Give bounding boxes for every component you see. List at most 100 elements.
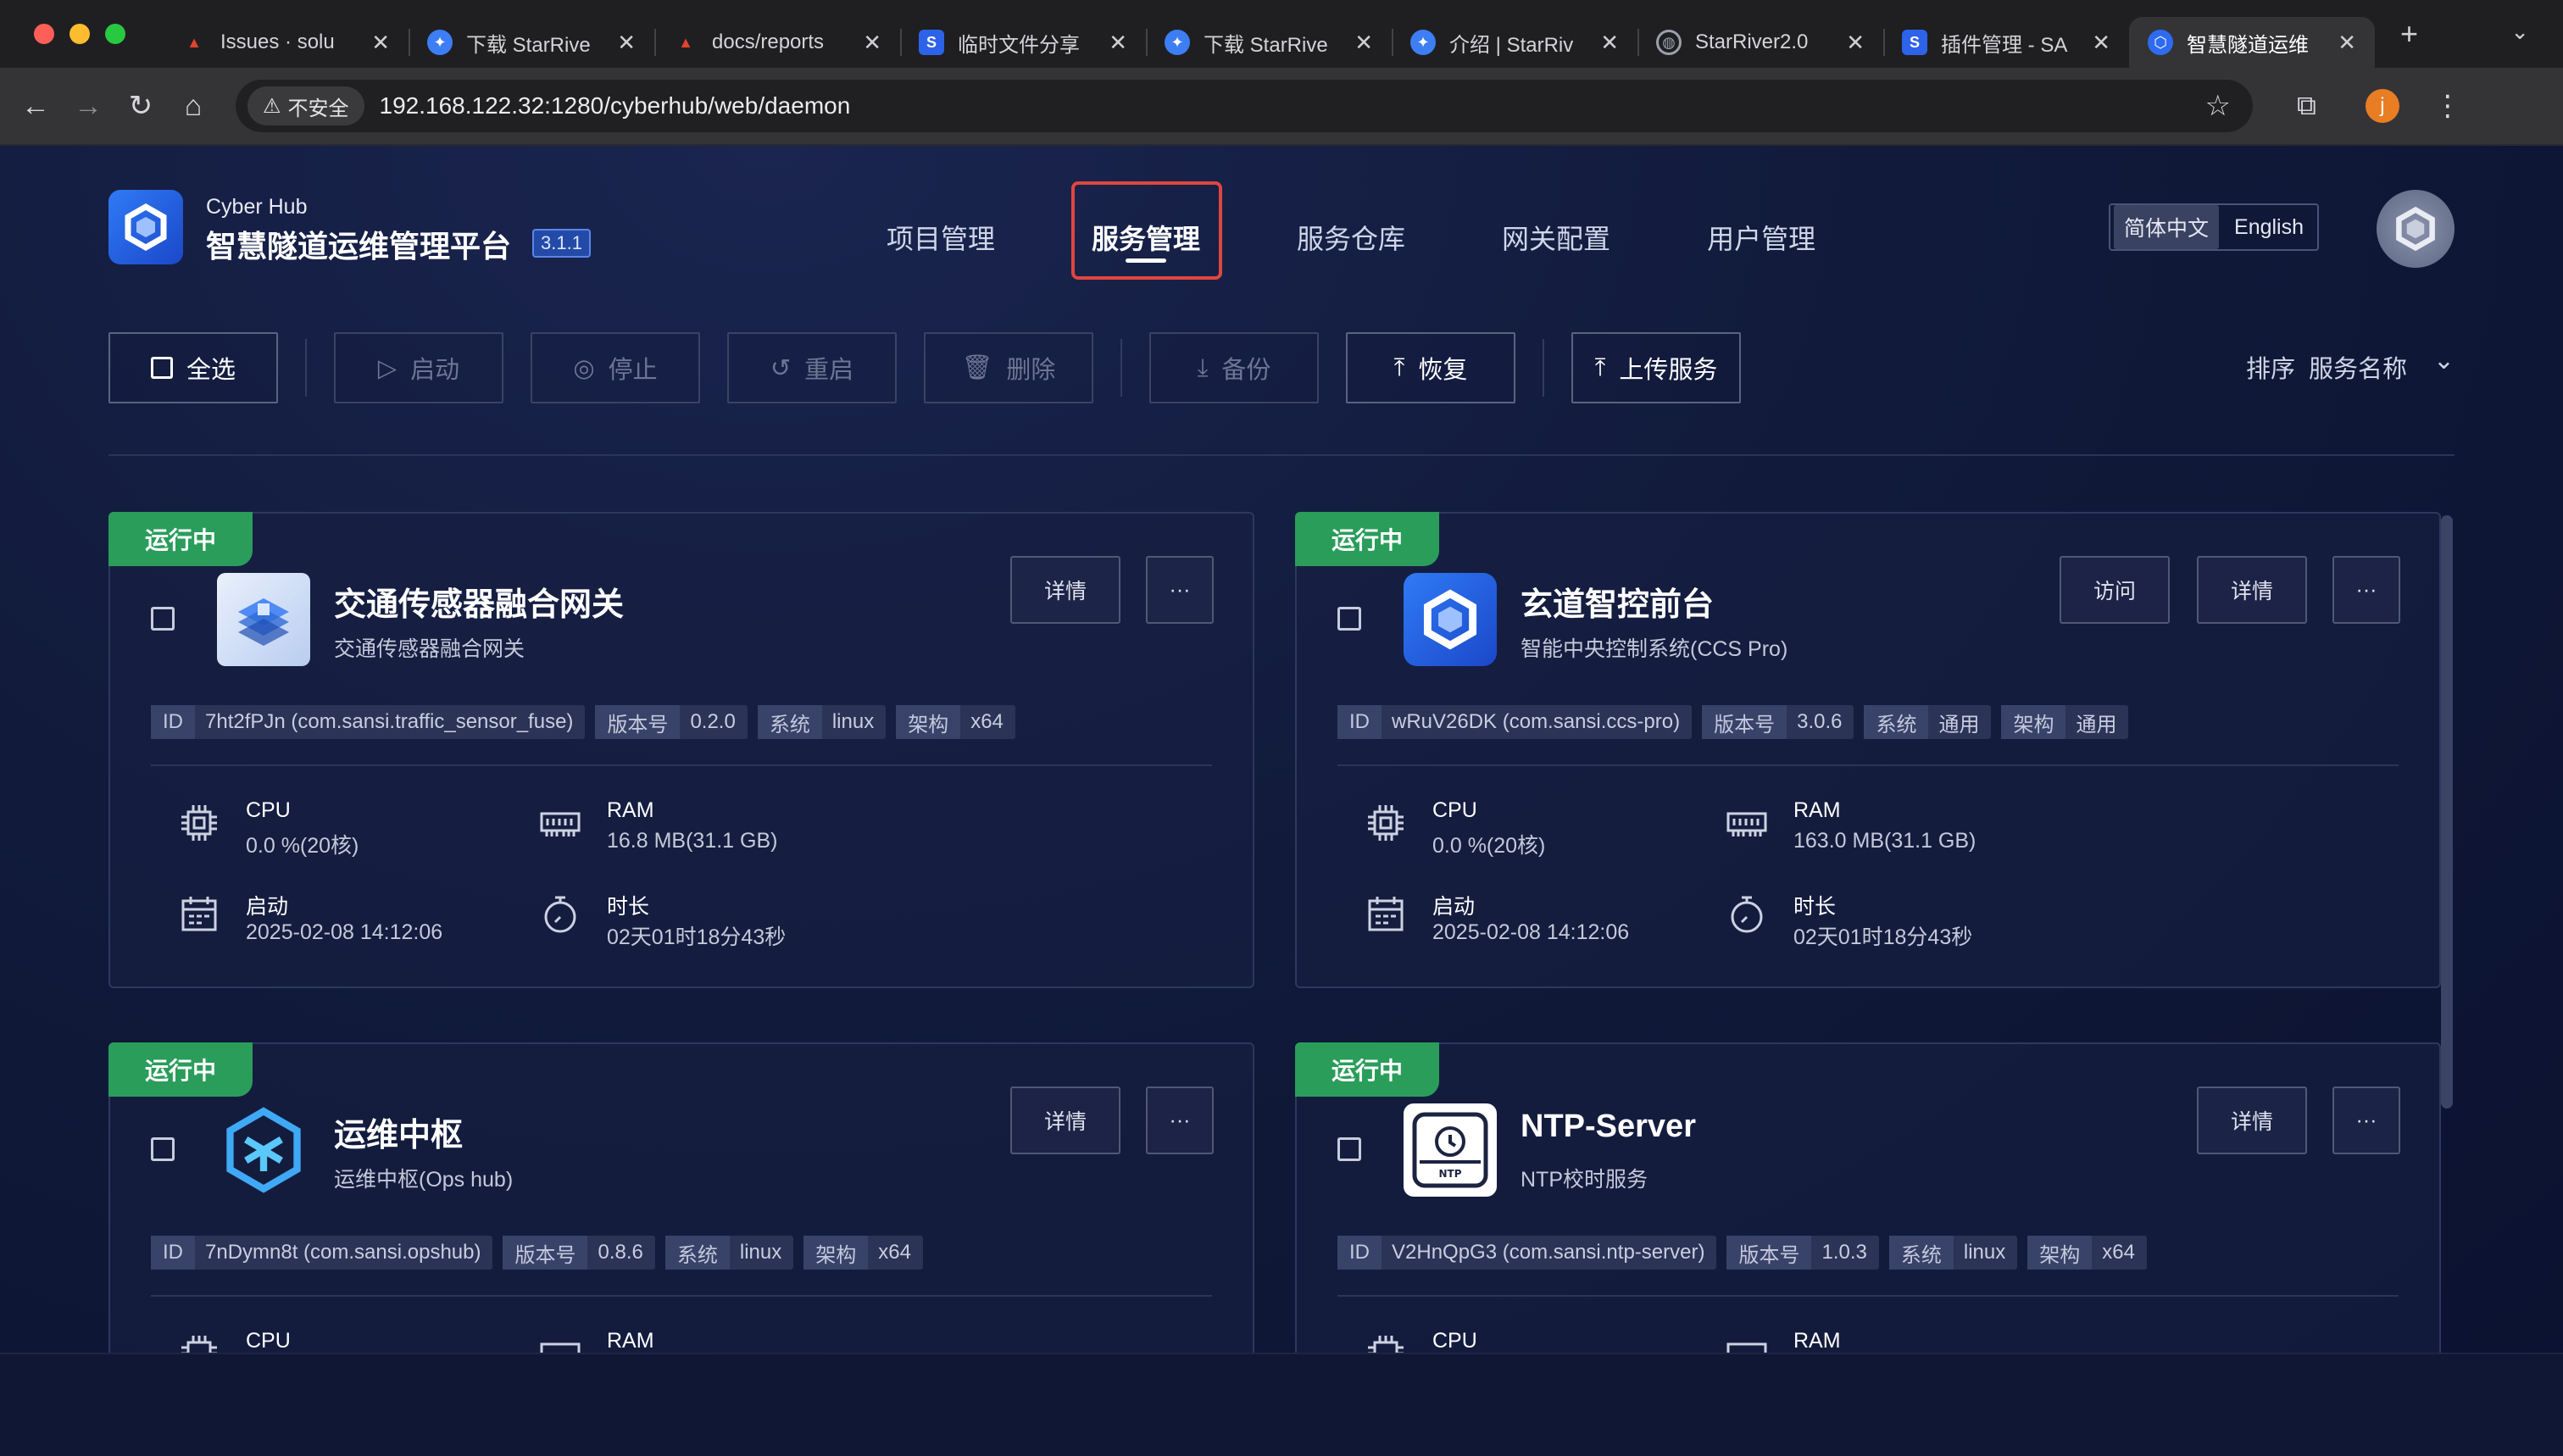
browser-menu-kebab-icon[interactable]: ⋮	[2433, 89, 2462, 123]
metric-value: 02天01时18分43秒	[1793, 925, 1973, 949]
nav-gateway-config[interactable]: 网关配置	[1502, 207, 1610, 268]
restart-label: 重启	[804, 357, 854, 384]
browser-tab[interactable]: ✦ 下载 StarRive ✕	[409, 17, 654, 68]
detail-button[interactable]: 详情	[1010, 1086, 1120, 1154]
nav-project-management[interactable]: 项目管理	[887, 207, 995, 268]
extensions-puzzle-icon[interactable]: ⧉	[2297, 90, 2316, 122]
starriver-icon: ✦	[1165, 30, 1190, 55]
more-button[interactable]: ···	[2332, 556, 2400, 624]
site-info-button[interactable]: ⚠ 不安全	[247, 86, 364, 125]
checkbox-icon	[150, 357, 173, 379]
restore-button[interactable]: ⤒ 恢复	[1346, 332, 1515, 403]
url-text[interactable]: 192.168.122.32:1280/cyberhub/web/daemon	[380, 92, 851, 119]
upload-service-button[interactable]: ⤒ 上传服务	[1571, 332, 1741, 403]
service-name: 交通传感器融合网关	[334, 587, 625, 623]
select-all-button[interactable]: 全选	[108, 332, 278, 403]
reload-icon[interactable]: ↻	[124, 89, 158, 123]
detail-button[interactable]: 详情	[2197, 1086, 2307, 1154]
browser-tab-active[interactable]: ⬡ 智慧隧道运维 ✕	[2129, 17, 2375, 68]
sort-select[interactable]: 服务名称	[2309, 349, 2407, 385]
sort-label: 排序	[2245, 356, 2295, 383]
nav-service-repository[interactable]: 服务仓库	[1297, 207, 1405, 268]
browser-tab[interactable]: ▲ docs/reports ✕	[654, 17, 900, 68]
more-button[interactable]: ···	[1146, 1086, 1214, 1154]
tab-label: 临时文件分享	[958, 33, 1080, 57]
visit-button[interactable]: 访问	[2060, 556, 2170, 624]
ram-stick-icon	[1726, 812, 1767, 836]
service-checkbox[interactable]	[1337, 607, 1361, 631]
detail-button[interactable]: 详情	[1010, 556, 1120, 624]
browser-tab[interactable]: ✦ 下载 StarRive ✕	[1146, 17, 1392, 68]
cpu-chip-icon	[1368, 805, 1404, 841]
close-tab-icon[interactable]: ✕	[371, 30, 390, 56]
restart-button[interactable]: ↺ 重启	[727, 332, 897, 403]
close-tab-icon[interactable]: ✕	[2338, 30, 2356, 56]
chevron-down-icon[interactable]: ⌄	[2433, 346, 2455, 375]
service-checkbox[interactable]	[151, 607, 175, 631]
close-tab-icon[interactable]: ✕	[863, 30, 881, 56]
close-tab-icon[interactable]: ✕	[1354, 30, 1373, 56]
browser-tab[interactable]: ◍ StarRiver2.0 ✕	[1637, 17, 1883, 68]
tag-key: 架构	[803, 1236, 869, 1270]
status-badge: 运行中	[1295, 1042, 1439, 1097]
service-name: 玄道智控前台	[1521, 587, 1715, 623]
service-checkbox[interactable]	[1337, 1137, 1361, 1161]
profile-avatar[interactable]: j	[2365, 89, 2399, 123]
zoom-window-button[interactable]	[105, 24, 125, 44]
scrollbar-thumb[interactable]	[2441, 515, 2453, 1109]
starriver-icon: ✦	[427, 30, 453, 55]
forward-arrow-icon[interactable]: →	[71, 89, 105, 123]
tag-key: 系统	[1864, 705, 1929, 739]
home-icon[interactable]: ⌂	[176, 89, 210, 123]
metric-value: 16.8 MB(31.1 GB)	[607, 829, 778, 853]
tag-value-os: 通用	[1938, 713, 1980, 736]
lang-en[interactable]: English	[2224, 208, 2314, 247]
tag-key: ID	[1337, 1236, 1382, 1270]
tab-search-chevron-icon[interactable]: ⌄	[2510, 19, 2529, 45]
close-tab-icon[interactable]: ✕	[617, 30, 636, 56]
minimize-window-button[interactable]	[69, 24, 90, 44]
browser-tab[interactable]: S 插件管理 - SA ✕	[1883, 17, 2129, 68]
service-name: 运维中枢	[334, 1118, 464, 1153]
browser-tab[interactable]: S 临时文件分享 ✕	[900, 17, 1146, 68]
start-button[interactable]: ▷ 启动	[334, 332, 503, 403]
stop-circle-icon: ◎	[573, 354, 595, 382]
nav-user-management[interactable]: 用户管理	[1707, 207, 1815, 268]
stop-button[interactable]: ◎ 停止	[531, 332, 700, 403]
close-tab-icon[interactable]: ✕	[1600, 30, 1619, 56]
browser-tab[interactable]: ▲ Issues · solu ✕	[163, 17, 409, 68]
stopwatch-icon	[1731, 896, 1763, 933]
more-button[interactable]: ···	[1146, 556, 1214, 624]
metric-value: 2025-02-08 14:12:06	[246, 920, 443, 944]
nav-highlight-box	[1071, 181, 1222, 280]
back-arrow-icon[interactable]: ←	[19, 89, 53, 123]
lang-zh[interactable]: 简体中文	[2114, 205, 2220, 249]
metric-value: 0.0 %(20核)	[1432, 834, 1546, 858]
download-box-icon: ⤓	[1197, 353, 1209, 381]
service-checkbox[interactable]	[151, 1137, 175, 1161]
detail-button[interactable]: 详情	[2197, 556, 2307, 624]
tab-label: 下载 StarRive	[1204, 33, 1328, 57]
ram-stick-icon	[540, 812, 581, 836]
url-omnibox[interactable]: ⚠ 不安全 192.168.122.32:1280/cyberhub/web/d…	[236, 80, 2253, 132]
metric-label: RAM	[1793, 1329, 1841, 1353]
backup-button[interactable]: ⤓ 备份	[1149, 332, 1319, 403]
close-tab-icon[interactable]: ✕	[1846, 30, 1865, 56]
close-window-button[interactable]	[34, 24, 54, 44]
delete-button[interactable]: 🗑 删除	[924, 332, 1093, 403]
ram-stick-icon	[540, 1342, 581, 1363]
more-button[interactable]: ···	[2332, 1086, 2400, 1154]
metric-label: 时长	[1793, 895, 1837, 919]
cpu-chip-icon	[181, 805, 217, 841]
upload-box-icon: ⤒	[1393, 353, 1405, 381]
close-tab-icon[interactable]: ✕	[1109, 30, 1127, 56]
tab-label: 插件管理 - SA	[1941, 33, 2068, 57]
browser-tab[interactable]: ✦ 介绍 | StarRiv ✕	[1392, 17, 1637, 68]
close-tab-icon[interactable]: ✕	[2092, 30, 2110, 56]
bookmark-star-icon[interactable]: ☆	[2205, 89, 2231, 123]
new-tab-icon[interactable]: +	[2400, 16, 2418, 52]
tab-label: 介绍 | StarRiv	[1449, 33, 1574, 57]
status-badge: 运行中	[1295, 512, 1439, 566]
user-avatar-icon[interactable]	[2377, 190, 2455, 268]
service-card: 运行中 运维中枢 运维中枢(Ops hub) 详情 ··· ID 7nDymn8t…	[108, 1042, 1254, 1456]
